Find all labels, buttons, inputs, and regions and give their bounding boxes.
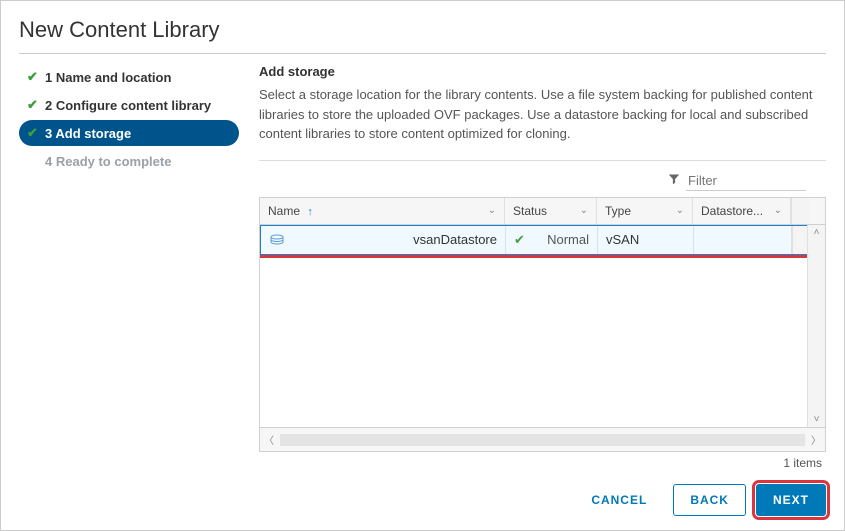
grid-header: Name ↑ ⌄ Status ⌄ Type ⌄ Datastore.	[260, 198, 825, 225]
section-heading: Add storage	[259, 64, 826, 79]
grid-footer: 〈 〉	[260, 427, 825, 451]
scroll-right-icon[interactable]: 〉	[807, 432, 825, 447]
sort-asc-icon: ↑	[307, 206, 313, 218]
filter-row	[259, 171, 826, 191]
wizard-window: New Content Library ✔ 1 Name and locatio…	[0, 0, 845, 531]
page-title: New Content Library	[19, 13, 826, 54]
table-row[interactable]: vsanDatastore ✔ Normal vSAN	[260, 225, 825, 255]
cell-name: vsanDatastore	[261, 226, 506, 254]
cell-text: vsanDatastore	[413, 232, 497, 247]
grid-body: vsanDatastore ✔ Normal vSAN	[260, 225, 825, 428]
items-count: 1 items	[259, 452, 826, 470]
column-header-status[interactable]: Status ⌄	[505, 198, 597, 224]
step-configure-content-library[interactable]: ✔ 2 Configure content library	[19, 92, 239, 118]
cell-type: vSAN	[598, 226, 694, 254]
divider	[259, 160, 826, 161]
cell-status: ✔ Normal	[506, 226, 598, 254]
chevron-down-icon[interactable]: ⌄	[580, 205, 588, 216]
filter-input[interactable]	[686, 171, 806, 191]
scroll-up-icon[interactable]: ˄	[808, 225, 825, 240]
wizard-footer: CANCEL BACK NEXT	[259, 470, 826, 516]
back-button[interactable]: BACK	[673, 484, 746, 516]
column-header-type[interactable]: Type ⌄	[597, 198, 693, 224]
chevron-down-icon[interactable]: ⌄	[676, 205, 684, 216]
step-label: 3 Add storage	[45, 126, 131, 141]
column-header-name[interactable]: Name ↑ ⌄	[260, 198, 505, 224]
section-description: Select a storage location for the librar…	[259, 85, 826, 144]
wizard-main: Add storage Select a storage location fo…	[239, 64, 826, 516]
status-ok-icon: ✔	[514, 232, 525, 248]
chevron-down-icon[interactable]: ⌄	[488, 205, 496, 216]
cell-text: vSAN	[606, 232, 639, 247]
datastore-icon	[269, 234, 285, 246]
step-name-and-location[interactable]: ✔ 1 Name and location	[19, 64, 239, 90]
column-label: Type	[605, 204, 631, 218]
vertical-scrollbar[interactable]: ˄ ˅	[807, 225, 825, 428]
wizard-body: ✔ 1 Name and location ✔ 2 Configure cont…	[19, 64, 826, 516]
scroll-down-icon[interactable]: ˅	[808, 412, 825, 427]
column-label: Datastore...	[701, 204, 763, 218]
scroll-track[interactable]	[280, 434, 805, 446]
horizontal-scrollbar[interactable]: 〈 〉	[260, 432, 825, 447]
scroll-gutter	[791, 198, 809, 224]
next-button[interactable]: NEXT	[756, 484, 826, 516]
check-icon: ✔	[27, 69, 39, 85]
step-label: 1 Name and location	[45, 70, 171, 85]
cell-text: Normal	[547, 232, 589, 247]
column-label: Status	[513, 204, 547, 218]
cell-cluster	[694, 226, 792, 254]
check-icon: ✔	[27, 97, 39, 113]
filter-icon[interactable]	[668, 173, 680, 188]
chevron-down-icon[interactable]: ⌄	[774, 205, 782, 216]
check-icon: ✔	[27, 125, 39, 141]
cancel-button[interactable]: CANCEL	[575, 485, 663, 515]
column-header-datastore-cluster[interactable]: Datastore... ⌄	[693, 198, 791, 224]
step-ready-to-complete: ✔ 4 Ready to complete	[19, 148, 239, 174]
scroll-left-icon[interactable]: 〈	[260, 432, 278, 447]
wizard-sidebar: ✔ 1 Name and location ✔ 2 Configure cont…	[19, 64, 239, 516]
step-label: 4 Ready to complete	[45, 154, 171, 169]
step-add-storage[interactable]: ✔ 3 Add storage	[19, 120, 239, 146]
column-label: Name	[268, 204, 300, 218]
step-label: 2 Configure content library	[45, 98, 211, 113]
datastore-grid: Name ↑ ⌄ Status ⌄ Type ⌄ Datastore.	[259, 197, 826, 453]
